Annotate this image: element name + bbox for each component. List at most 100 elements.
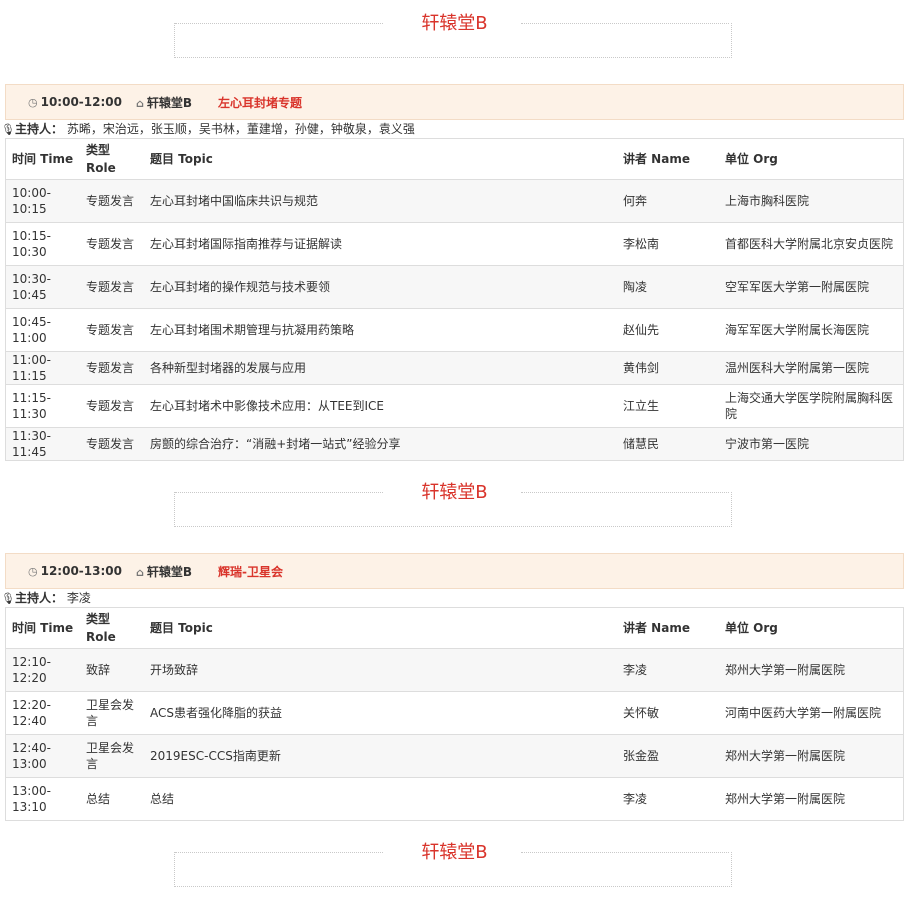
- clock-icon: ◷: [28, 565, 38, 578]
- microphone-icon: 🎙: [1, 123, 15, 136]
- row-org: 海军军医大学附属长海医院: [719, 308, 904, 352]
- header-topic: 题目 Topic: [144, 607, 617, 649]
- row-time: 11:15-11:30: [5, 384, 80, 428]
- chair-line: 🎙主持人： 苏晞，宋治远，张玉顺，吴书林，董建增，孙健，钟敬泉，袁义强: [1, 120, 904, 138]
- session-block: ◷ 12:00-13:00 ⌂ 轩辕堂B 辉瑞-卫星会 🎙主持人： 李凌 时间 Ti…: [1, 553, 904, 821]
- table-row: 10:00-10:15 专题发言 左心耳封堵中国临床共识与规范 何奔 上海市胸科…: [5, 179, 904, 223]
- header-org: 单位 Org: [719, 138, 904, 180]
- row-org: 河南中医药大学第一附属医院: [719, 691, 904, 735]
- row-time: 12:10-12:20: [5, 648, 80, 692]
- session-time-wrap: ◷ 10:00-12:00: [28, 95, 122, 109]
- header-time: 时间 Time: [5, 607, 80, 649]
- header-org: 单位 Org: [719, 607, 904, 649]
- row-role: 专题发言: [80, 265, 144, 309]
- row-role: 专题发言: [80, 222, 144, 266]
- table-header-row: 时间 Time 类型 Role 题目 Topic 讲者 Name 单位 Org: [5, 607, 904, 649]
- row-org: 郑州大学第一附属医院: [719, 777, 904, 821]
- room-title: 轩辕堂B: [421, 13, 488, 34]
- row-topic: 2019ESC-CCS指南更新: [144, 734, 617, 778]
- session-block: ◷ 10:00-12:00 ⌂ 轩辕堂B 左心耳封堵专题 🎙主持人： 苏晞，宋治远，…: [1, 84, 904, 461]
- table-row: 12:40-13:00 卫星会发言 2019ESC-CCS指南更新 张金盈 郑州…: [5, 734, 904, 778]
- row-role: 专题发言: [80, 351, 144, 385]
- table-row: 13:00-13:10 总结 总结 李凌 郑州大学第一附属医院: [5, 777, 904, 821]
- row-topic: ACS患者强化降脂的获益: [144, 691, 617, 735]
- header-role: 类型 Role: [80, 607, 144, 649]
- home-icon: ⌂: [135, 96, 144, 110]
- row-time: 10:00-10:15: [5, 179, 80, 223]
- row-org: 郑州大学第一附属医院: [719, 734, 904, 778]
- session-room-wrap: ⌂ 轩辕堂B: [136, 563, 192, 580]
- session-room-wrap: ⌂ 轩辕堂B: [136, 94, 192, 111]
- room-title: 轩辕堂B: [421, 482, 488, 503]
- row-role: 专题发言: [80, 427, 144, 461]
- table-row: 12:20-12:40 卫星会发言 ACS患者强化降脂的获益 关怀敏 河南中医药…: [5, 691, 904, 735]
- row-topic: 左心耳封堵围术期管理与抗凝用药策略: [144, 308, 617, 352]
- table-row: 11:15-11:30 专题发言 左心耳封堵术中影像技术应用：从TEE到ICE …: [5, 384, 904, 428]
- row-time: 13:00-13:10: [5, 777, 80, 821]
- row-speaker: 李凌: [617, 648, 719, 692]
- row-role: 专题发言: [80, 384, 144, 428]
- row-topic: 各种新型封堵器的发展与应用: [144, 351, 617, 385]
- row-org: 首都医科大学附属北京安贞医院: [719, 222, 904, 266]
- row-speaker: 关怀敏: [617, 691, 719, 735]
- row-time: 10:30-10:45: [5, 265, 80, 309]
- row-topic: 总结: [144, 777, 617, 821]
- session-room: 轩辕堂B: [146, 564, 193, 579]
- header-time: 时间 Time: [5, 138, 80, 180]
- row-speaker: 陶凌: [617, 265, 719, 309]
- clock-icon: ◷: [28, 96, 38, 109]
- session-time: 10:00-12:00: [40, 95, 122, 109]
- row-speaker: 储慧民: [617, 427, 719, 461]
- schedule-table: 时间 Time 类型 Role 题目 Topic 讲者 Name 单位 Org …: [5, 607, 904, 821]
- chair-line: 🎙主持人： 李凌: [1, 589, 904, 607]
- row-speaker: 江立生: [617, 384, 719, 428]
- table-row: 12:10-12:20 致辞 开场致辞 李凌 郑州大学第一附属医院: [5, 648, 904, 692]
- session-room: 轩辕堂B: [146, 95, 193, 110]
- table-row: 10:15-10:30 专题发言 左心耳封堵国际指南推荐与证据解读 李松南 首都…: [5, 222, 904, 266]
- row-topic: 左心耳封堵术中影像技术应用：从TEE到ICE: [144, 384, 617, 428]
- header-speaker: 讲者 Name: [617, 607, 719, 649]
- row-speaker: 何奔: [617, 179, 719, 223]
- row-topic: 左心耳封堵国际指南推荐与证据解读: [144, 222, 617, 266]
- row-topic: 左心耳封堵的操作规范与技术要领: [144, 265, 617, 309]
- table-row: 11:00-11:15 专题发言 各种新型封堵器的发展与应用 黄伟剑 温州医科大…: [5, 351, 904, 385]
- row-topic: 房颤的综合治疗：“消融+封堵一站式”经验分享: [144, 427, 617, 461]
- header-speaker: 讲者 Name: [617, 138, 719, 180]
- row-org: 空军军医大学第一附属医院: [719, 265, 904, 309]
- chair-names: 苏晞，宋治远，张玉顺，吴书林，董建增，孙健，钟敬泉，袁义强: [66, 122, 415, 136]
- table-header-row: 时间 Time 类型 Role 题目 Topic 讲者 Name 单位 Org: [5, 138, 904, 180]
- row-topic: 开场致辞: [144, 648, 617, 692]
- schedule-table: 时间 Time 类型 Role 题目 Topic 讲者 Name 单位 Org …: [5, 138, 904, 461]
- row-org: 上海市胸科医院: [719, 179, 904, 223]
- row-org: 郑州大学第一附属医院: [719, 648, 904, 692]
- row-role: 总结: [80, 777, 144, 821]
- session-bar: ◷ 12:00-13:00 ⌂ 轩辕堂B 辉瑞-卫星会: [5, 553, 904, 589]
- header-role: 类型 Role: [80, 138, 144, 180]
- row-speaker: 李凌: [617, 777, 719, 821]
- row-speaker: 赵仙先: [617, 308, 719, 352]
- row-time: 10:15-10:30: [5, 222, 80, 266]
- session-time-wrap: ◷ 12:00-13:00: [28, 564, 122, 578]
- row-speaker: 黄伟剑: [617, 351, 719, 385]
- row-org: 宁波市第一医院: [719, 427, 904, 461]
- table-row: 11:30-11:45 专题发言 房颤的综合治疗：“消融+封堵一站式”经验分享 …: [5, 427, 904, 461]
- session-topic: 辉瑞-卫星会: [218, 564, 283, 579]
- row-time: 12:20-12:40: [5, 691, 80, 735]
- row-time: 11:30-11:45: [5, 427, 80, 461]
- room-header: 轩辕堂B: [0, 833, 909, 897]
- row-time: 12:40-13:00: [5, 734, 80, 778]
- row-speaker: 李松南: [617, 222, 719, 266]
- session-time: 12:00-13:00: [40, 564, 122, 578]
- room-header: 轩辕堂B: [0, 473, 909, 537]
- session-topic: 左心耳封堵专题: [218, 95, 303, 110]
- header-topic: 题目 Topic: [144, 138, 617, 180]
- microphone-icon: 🎙: [1, 592, 15, 605]
- room-title: 轩辕堂B: [421, 842, 488, 863]
- row-org: 温州医科大学附属第一医院: [719, 351, 904, 385]
- row-org: 上海交通大学医学院附属胸科医院: [719, 384, 904, 428]
- row-time: 10:45-11:00: [5, 308, 80, 352]
- row-role: 卫星会发言: [80, 691, 144, 735]
- row-role: 专题发言: [80, 308, 144, 352]
- row-topic: 左心耳封堵中国临床共识与规范: [144, 179, 617, 223]
- table-row: 10:45-11:00 专题发言 左心耳封堵围术期管理与抗凝用药策略 赵仙先 海…: [5, 308, 904, 352]
